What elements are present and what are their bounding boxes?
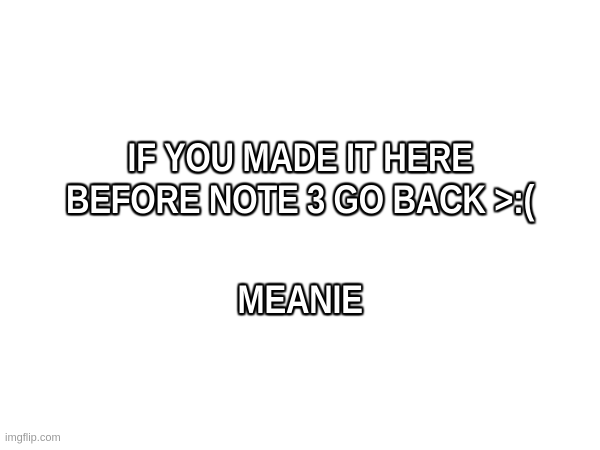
caption-line-2: BEFORE NOTE 3 GO BACK >:(: [65, 178, 535, 222]
caption-line-1: IF YOU MADE IT HERE: [127, 136, 473, 180]
caption-line-3: MEANIE: [237, 278, 363, 322]
imgflip-watermark: imgflip.com: [5, 432, 61, 444]
